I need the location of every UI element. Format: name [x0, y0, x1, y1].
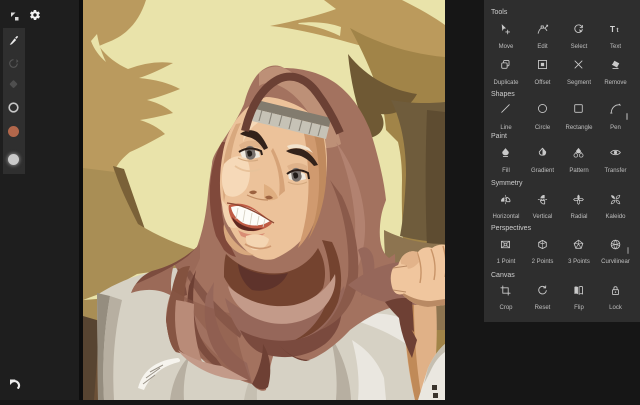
svg-text:T: T	[610, 25, 615, 34]
svg-text:t: t	[616, 28, 618, 34]
